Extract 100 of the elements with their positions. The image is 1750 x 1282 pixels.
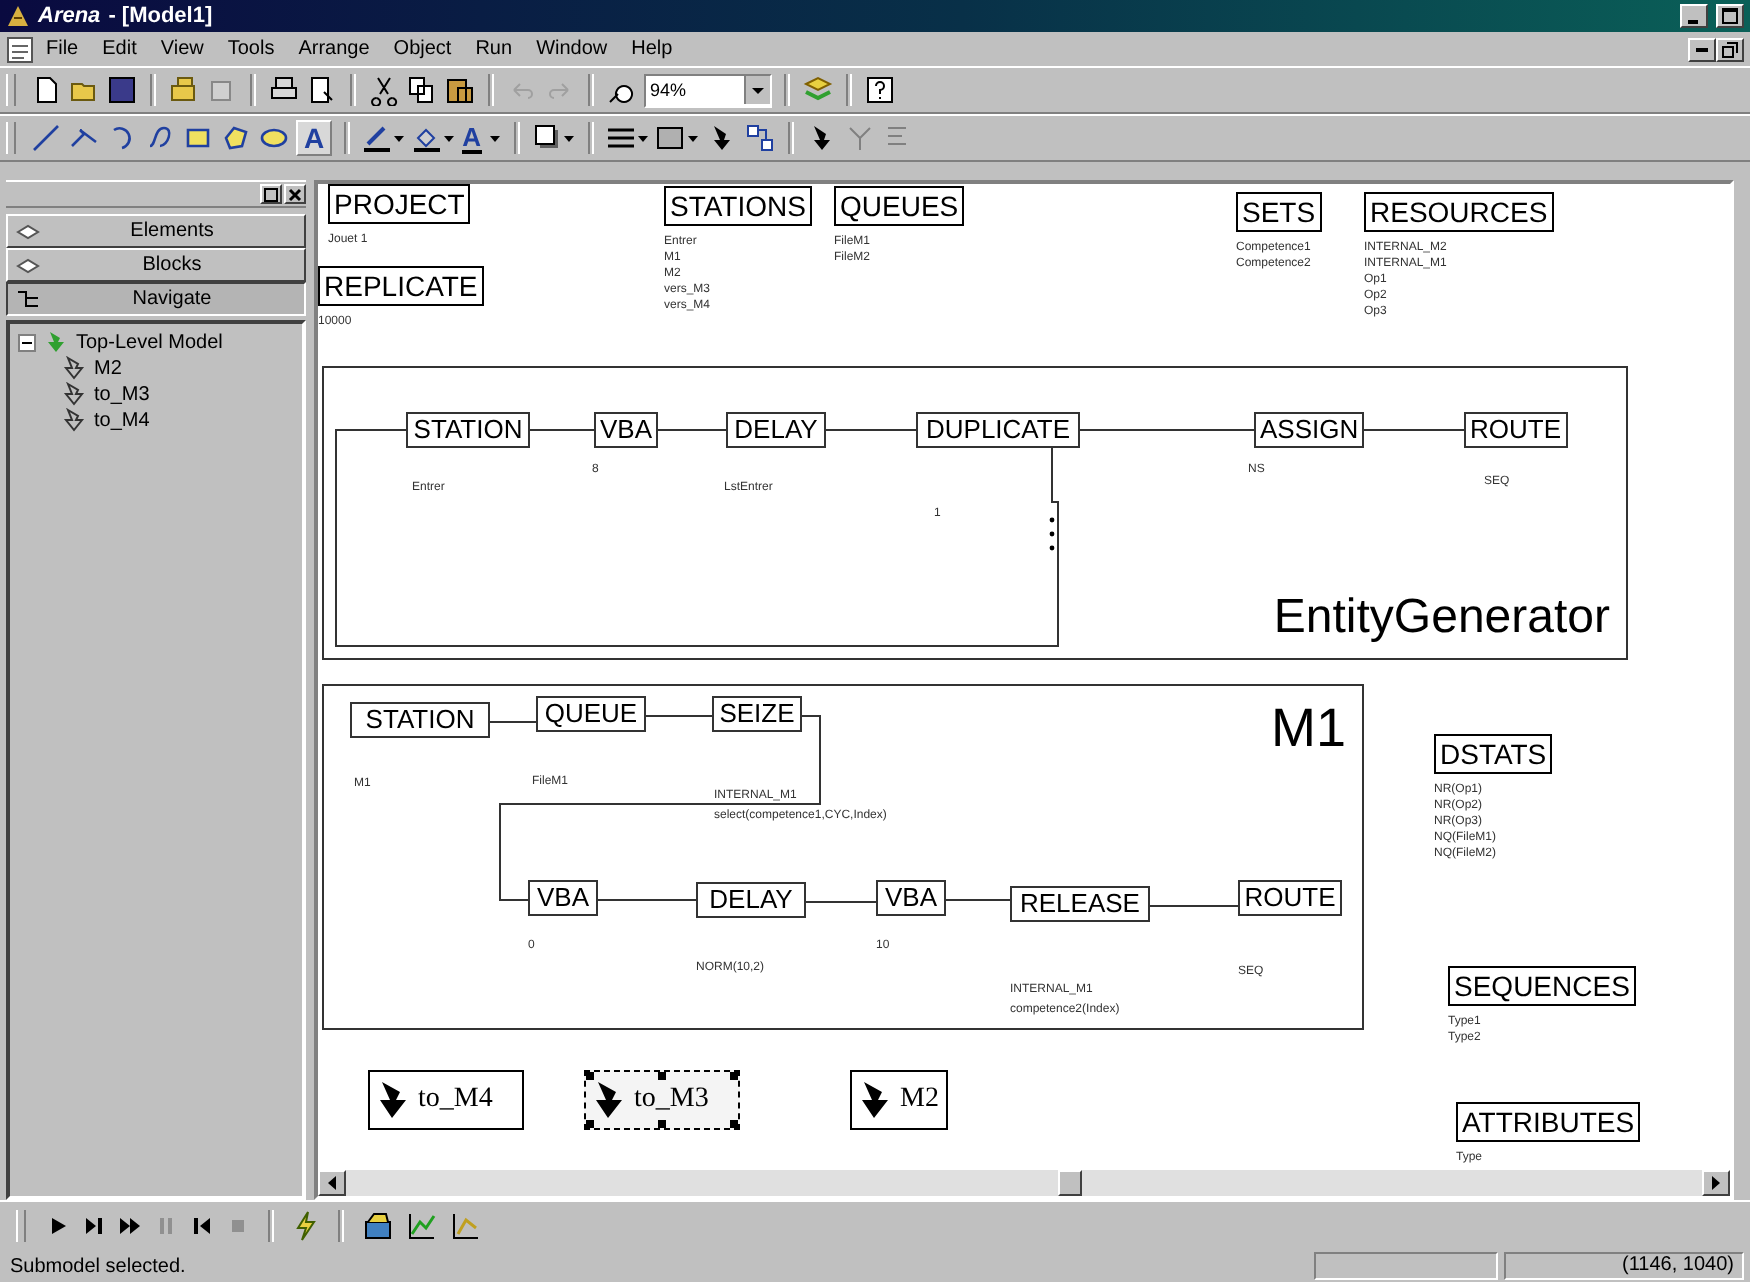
maximize-icon xyxy=(1722,8,1738,24)
document-icon[interactable] xyxy=(6,35,34,63)
menu-item[interactable]: Run xyxy=(463,38,525,60)
submodel-arrow-icon xyxy=(62,408,86,432)
submodel-title: EntityGenerator xyxy=(1273,590,1610,646)
menu-item[interactable]: Help xyxy=(619,38,685,60)
minimize-button[interactable] xyxy=(1688,37,1716,61)
menu-item[interactable]: File xyxy=(34,38,91,60)
window-title: Arena xyxy=(38,4,101,28)
polygon-tool-icon[interactable] xyxy=(220,122,252,154)
tree-item[interactable]: to_M3 xyxy=(94,383,150,405)
submodel-title: M1 xyxy=(1270,698,1346,760)
restore-button[interactable] xyxy=(260,184,282,204)
flowchart-block[interactable]: ASSIGN xyxy=(1254,412,1365,448)
tree-icon xyxy=(16,289,40,309)
cut-icon[interactable] xyxy=(368,74,400,106)
flowchart-block[interactable]: DELAY xyxy=(726,412,826,448)
help-icon[interactable] xyxy=(864,74,896,106)
panel-tab[interactable]: Elements xyxy=(6,214,306,248)
data-module[interactable]: SETS xyxy=(1236,192,1322,232)
plot-icon[interactable] xyxy=(406,1210,438,1242)
flowchart-block[interactable]: VBA xyxy=(594,412,659,448)
flowchart-block[interactable]: QUEUE xyxy=(536,696,646,732)
close-button[interactable] xyxy=(284,184,306,204)
submodel-arrow-icon xyxy=(44,330,68,354)
paste-icon[interactable] xyxy=(444,74,476,106)
text-tool-button[interactable]: A xyxy=(296,120,333,156)
save-icon[interactable] xyxy=(106,74,138,106)
pen-color-icon[interactable] xyxy=(362,122,407,154)
duplicate-dots-icon xyxy=(1049,517,1055,551)
step-icon[interactable] xyxy=(82,1214,106,1238)
copy-icon[interactable] xyxy=(406,74,438,106)
submodel-icon[interactable]: to_M3 xyxy=(584,1070,740,1130)
diamond-icon xyxy=(16,255,40,275)
scroll-right-icon[interactable] xyxy=(1710,1176,1722,1190)
flowchart-block[interactable]: DUPLICATE xyxy=(916,412,1080,448)
horizontal-scrollbar[interactable] xyxy=(318,1170,1730,1196)
diamond-icon xyxy=(16,221,40,241)
line-width-icon[interactable] xyxy=(605,122,650,154)
data-module[interactable]: RESOURCES xyxy=(1364,192,1554,232)
scroll-left-icon[interactable] xyxy=(326,1176,338,1190)
data-module[interactable]: STATIONS xyxy=(664,186,812,226)
flowchart-block[interactable]: ROUTE xyxy=(1238,880,1342,916)
tree-item[interactable]: to_M4 xyxy=(94,409,150,431)
flowchart-block[interactable]: STATION xyxy=(350,702,490,738)
play-icon[interactable] xyxy=(46,1214,70,1238)
flowchart-block[interactable]: ROUTE xyxy=(1464,412,1567,448)
tree-item[interactable]: Top-Level Model xyxy=(76,331,223,353)
submodel-icon[interactable]: to_M4 xyxy=(368,1070,524,1130)
maximize-button[interactable] xyxy=(1716,4,1744,28)
print-preview-icon[interactable] xyxy=(306,74,338,106)
collapse-icon[interactable] xyxy=(18,333,36,351)
submodel-arrow-icon xyxy=(62,382,86,406)
flowchart-block[interactable]: VBA xyxy=(876,880,946,916)
menu-item[interactable]: Arrange xyxy=(286,38,382,60)
menu-item[interactable]: View xyxy=(148,38,216,60)
pattern-icon[interactable] xyxy=(655,122,700,154)
flowchart-block[interactable]: RELEASE xyxy=(1010,886,1150,922)
data-module[interactable]: REPLICATE xyxy=(318,266,484,306)
flowchart-block[interactable]: STATION xyxy=(406,412,530,448)
layers-icon[interactable] xyxy=(802,74,834,106)
data-module[interactable]: QUEUES xyxy=(834,186,965,226)
data-module[interactable]: SEQUENCES xyxy=(1448,966,1636,1006)
rewind-icon[interactable] xyxy=(190,1214,214,1238)
menu-item[interactable]: Object xyxy=(381,38,464,60)
data-module[interactable]: PROJECT xyxy=(328,184,471,224)
fast-forward-icon[interactable] xyxy=(118,1214,142,1238)
connector-line xyxy=(1149,905,1239,907)
zoom-dropdown[interactable]: 94% xyxy=(644,73,772,107)
data-module[interactable]: DSTATS xyxy=(1434,734,1553,774)
tree-item[interactable]: M2 xyxy=(94,357,122,379)
submodel-arrow-icon xyxy=(62,356,86,380)
animation-icon[interactable] xyxy=(362,1210,394,1242)
connect-icon[interactable] xyxy=(743,122,776,154)
flowchart-block[interactable]: SEIZE xyxy=(712,696,802,732)
histogram-icon[interactable] xyxy=(450,1210,482,1242)
restore-icon xyxy=(1722,41,1738,57)
restore-button[interactable] xyxy=(1716,37,1744,61)
line-tool-icon[interactable] xyxy=(30,122,62,154)
menu-item[interactable]: Window xyxy=(524,38,620,60)
menu-item[interactable]: Tools xyxy=(215,38,287,60)
flowchart-block[interactable]: VBA xyxy=(528,880,598,916)
arena-logo-icon xyxy=(6,4,30,28)
connector-line xyxy=(945,899,1011,901)
submodel-icon[interactable]: M2 xyxy=(850,1070,949,1130)
flowchart-block[interactable]: DELAY xyxy=(696,882,806,918)
data-module[interactable]: ATTRIBUTES xyxy=(1456,1102,1641,1142)
cursor-coordinates: (1146, 1040) xyxy=(1504,1252,1744,1280)
connector-line xyxy=(1363,429,1465,431)
status-message: Submodel selected. xyxy=(8,1255,186,1277)
shadow-icon[interactable] xyxy=(531,122,576,154)
menu-item[interactable]: Edit xyxy=(90,38,149,60)
publish-icon[interactable] xyxy=(168,74,200,106)
panel-tab[interactable]: Blocks xyxy=(6,248,306,282)
panel-tab[interactable]: Navigate xyxy=(6,282,306,316)
minimize-button[interactable] xyxy=(1680,4,1708,28)
scroll-thumb[interactable] xyxy=(1058,1170,1082,1196)
minimize-icon xyxy=(1696,47,1708,51)
lightning-icon[interactable] xyxy=(292,1210,320,1242)
font-color-button[interactable]: A xyxy=(462,123,482,153)
